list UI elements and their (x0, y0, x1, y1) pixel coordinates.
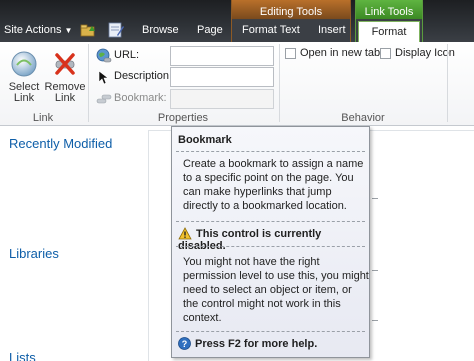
description-label: Description: (114, 70, 173, 82)
navigate-up-icon[interactable] (80, 22, 96, 38)
select-link-icon (11, 51, 37, 77)
select-link-button[interactable]: Select Link (4, 50, 44, 104)
tooltip-divider (176, 221, 365, 222)
tooltip-divider (176, 151, 365, 152)
tab-browse[interactable]: Browse (142, 24, 179, 36)
remove-link-button[interactable]: Remove Link (44, 50, 86, 104)
nav-recently-modified[interactable]: Recently Modified (9, 136, 112, 151)
group-divider (279, 44, 280, 122)
edit-page-icon[interactable] (108, 22, 124, 38)
group-divider (88, 44, 89, 122)
content-mark (372, 320, 378, 321)
properties-group-label: Properties (157, 112, 209, 124)
help-icon: ? (178, 337, 191, 350)
group-divider (447, 44, 448, 122)
svg-text:?: ? (182, 339, 188, 349)
site-actions-label: Site Actions (4, 24, 62, 36)
remove-link-label: Remove Link (44, 81, 86, 104)
tab-format[interactable]: Format (358, 21, 420, 43)
link-tools-title: Link Tools (364, 6, 414, 18)
tab-format-text[interactable]: Format Text (242, 24, 300, 36)
select-link-label: Select Link (8, 81, 40, 104)
editing-tools-group: Editing Tools Format Text Insert (231, 0, 351, 42)
tooltip-divider (176, 331, 365, 332)
tooltip-warning-text: This control is currently disabled. (178, 228, 322, 252)
nav-lists[interactable]: Lists (9, 350, 36, 361)
nav-libraries[interactable]: Libraries (9, 246, 59, 261)
url-input[interactable] (170, 46, 274, 66)
content-mark (372, 270, 378, 271)
dropdown-arrow-icon: ▼ (64, 26, 73, 35)
content-area-border (148, 130, 149, 361)
open-new-tab-label: Open in new tab (300, 47, 381, 59)
open-new-tab-checkbox[interactable] (285, 48, 296, 59)
cursor-arrow-icon (98, 70, 109, 85)
tooltip-help-text: Press F2 for more help. (195, 338, 318, 350)
tab-insert[interactable]: Insert (318, 24, 346, 36)
tooltip-warning: This control is currently disabled. (178, 227, 369, 252)
url-label: URL: (114, 49, 140, 61)
behavior-group-label: Behavior (341, 112, 385, 124)
tooltip-divider (176, 246, 365, 247)
tooltip-description: Create a bookmark to assign a name to a … (183, 158, 364, 212)
content-mark (372, 198, 378, 199)
remove-link-icon (55, 53, 75, 75)
link-group-label: Link (32, 112, 54, 124)
display-icon-checkbox[interactable] (380, 48, 391, 59)
tooltip-help: ? Press F2 for more help. (178, 337, 317, 350)
tooltip-permission-text: You might not have the right permission … (183, 256, 369, 324)
globe-link-icon (96, 48, 112, 63)
description-input[interactable] (170, 67, 274, 87)
editing-tools-title: Editing Tools (259, 6, 323, 18)
bookmark-input[interactable] (170, 89, 274, 109)
bookmark-link-icon (96, 94, 112, 104)
display-icon-label: Display Icon (395, 47, 455, 59)
warning-icon (178, 227, 192, 240)
bookmark-label: Bookmark: (114, 92, 167, 104)
tab-page[interactable]: Page (197, 24, 223, 36)
tooltip-title: Bookmark (178, 134, 232, 146)
bookmark-tooltip: Bookmark Create a bookmark to assign a n… (171, 126, 370, 358)
ribbon: Select Link Remove Link Link URL: Descri… (0, 42, 474, 126)
site-actions-menu[interactable]: Site Actions ▼ (4, 24, 72, 36)
